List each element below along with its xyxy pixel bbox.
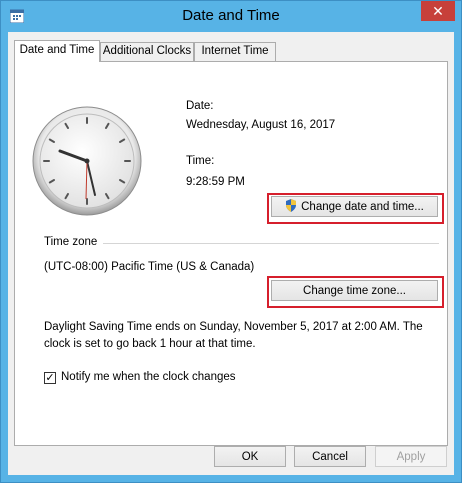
close-button[interactable]: ✕	[421, 1, 455, 21]
time-zone-divider	[103, 243, 439, 244]
change-date-and-time-label: Change date and time...	[301, 201, 424, 213]
date-time-dialog: Date and Time ✕ Date and Time Additional…	[0, 0, 462, 483]
uac-shield-icon	[286, 199, 297, 212]
notify-checkbox-label[interactable]: Notify me when the clock changes	[61, 371, 236, 383]
dst-notice-line-1: Daylight Saving Time ends on Sunday, Nov…	[44, 321, 423, 333]
checkmark-icon: ✓	[45, 372, 55, 384]
change-time-zone-button[interactable]: Change time zone...	[271, 280, 438, 301]
apply-button[interactable]: Apply	[375, 446, 447, 467]
date-value: Wednesday, August 16, 2017	[186, 119, 336, 131]
tab-internet-time[interactable]: Internet Time	[194, 42, 276, 61]
cancel-button[interactable]: Cancel	[294, 446, 366, 467]
dst-notice-line-2: clock is set to go back 1 hour at that t…	[44, 338, 256, 350]
date-time-panel: Date: Wednesday, August 16, 2017 Time: 9…	[14, 61, 448, 446]
time-zone-section-label: Time zone	[44, 236, 98, 248]
title-bar[interactable]: Date and Time ✕	[1, 1, 461, 32]
date-label: Date:	[186, 100, 214, 112]
change-date-and-time-button[interactable]: Change date and time...	[271, 196, 438, 217]
analog-clock	[32, 106, 142, 216]
time-label: Time:	[186, 155, 215, 167]
ok-button[interactable]: OK	[214, 446, 286, 467]
time-value: 9:28:59 PM	[186, 176, 245, 188]
notify-checkbox[interactable]: ✓	[44, 372, 56, 384]
time-zone-value: (UTC-08:00) Pacific Time (US & Canada)	[44, 261, 255, 273]
close-icon: ✕	[432, 3, 444, 19]
window-title: Date and Time	[182, 7, 280, 24]
tab-date-and-time[interactable]: Date and Time	[14, 40, 100, 62]
dialog-client-area: Date and Time Additional Clocks Internet…	[8, 32, 454, 475]
tab-additional-clocks[interactable]: Additional Clocks	[100, 42, 194, 61]
